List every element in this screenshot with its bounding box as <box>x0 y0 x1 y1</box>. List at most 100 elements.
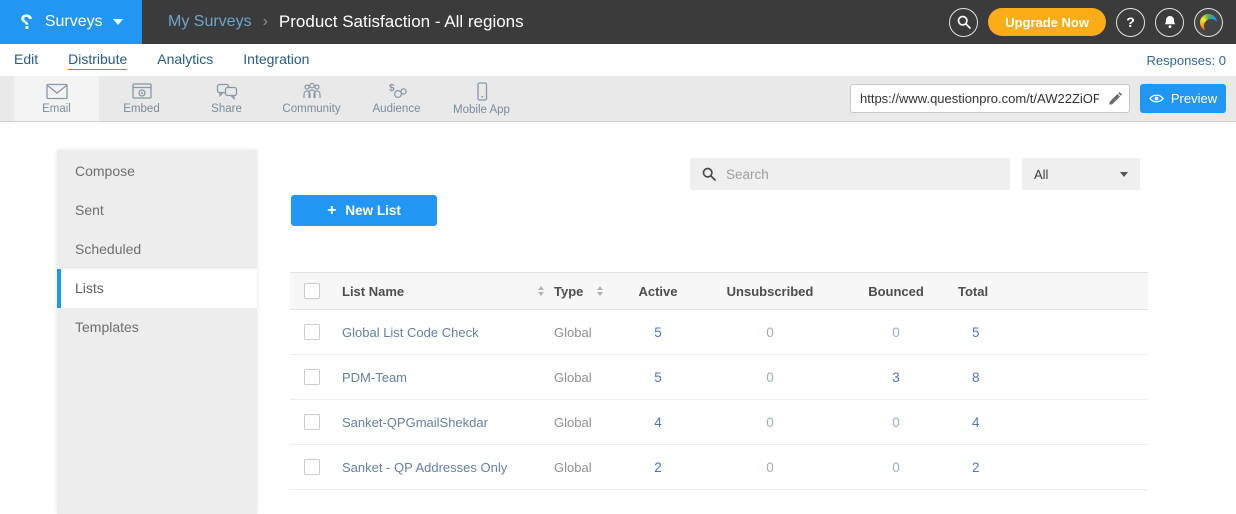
toolbar-item-audience[interactable]: $ Audience <box>354 76 439 121</box>
audience-dollar-icon: $ <box>386 82 408 100</box>
bounced-count[interactable]: 0 <box>836 445 956 489</box>
community-people-icon <box>301 82 323 100</box>
toolbar-item-email[interactable]: Email <box>14 76 99 121</box>
list-type: Global <box>554 445 612 489</box>
toolbar-item-share[interactable]: Share <box>184 76 269 121</box>
row-checkbox[interactable] <box>304 369 320 385</box>
avatar-logo-icon <box>1200 14 1217 31</box>
toolbar-item-embed[interactable]: Embed <box>99 76 184 121</box>
list-name-link[interactable]: PDM-Team <box>342 355 554 399</box>
active-count-link[interactable]: 5 <box>612 310 704 354</box>
bounced-count[interactable]: 0 <box>836 400 956 444</box>
chevron-down-icon <box>1120 172 1128 177</box>
surveys-caret-icon <box>113 19 123 25</box>
app-window: ? Surveys My Surveys › Product Satisfact… <box>0 0 1236 514</box>
survey-nav: Edit Distribute Analytics Integration Re… <box>0 44 1236 76</box>
surveys-menu[interactable]: ? Surveys <box>0 0 142 44</box>
total-count-link[interactable]: 8 <box>956 355 1148 399</box>
row-checkbox[interactable] <box>304 414 320 430</box>
table-row: Sanket-QPGmailShekdar Global 4 0 0 4 <box>290 400 1148 445</box>
unsubscribed-count[interactable]: 0 <box>704 310 836 354</box>
bounced-count[interactable]: 0 <box>836 310 956 354</box>
total-count-link[interactable]: 4 <box>956 400 1148 444</box>
row-checkbox[interactable] <box>304 324 320 340</box>
share-bubbles-icon <box>216 83 238 100</box>
search-icon <box>957 15 971 29</box>
plus-icon: + <box>327 203 336 219</box>
toolbar-item-label: Email <box>42 103 71 115</box>
unsubscribed-count[interactable]: 0 <box>704 445 836 489</box>
responses-count[interactable]: Responses: 0 <box>1147 53 1227 68</box>
active-count-link[interactable]: 5 <box>612 355 704 399</box>
bounced-count[interactable]: 3 <box>836 355 956 399</box>
product-menu-label: Surveys <box>45 13 103 31</box>
page-title: Product Satisfaction - All regions <box>279 12 524 32</box>
top-bar-actions: Upgrade Now ? <box>949 0 1223 44</box>
column-label: Type <box>554 284 583 299</box>
list-filter-dropdown[interactable]: All <box>1022 158 1140 190</box>
embed-window-icon <box>131 83 153 100</box>
breadcrumb-parent-link[interactable]: My Surveys <box>168 13 252 31</box>
sidebar-item-compose[interactable]: Compose <box>57 152 257 191</box>
svg-text:$: $ <box>389 83 395 94</box>
notifications-button[interactable] <box>1155 8 1184 37</box>
new-list-label: New List <box>345 203 401 218</box>
unsubscribed-count[interactable]: 0 <box>704 400 836 444</box>
breadcrumb: My Surveys › Product Satisfaction - All … <box>168 12 524 32</box>
search-button[interactable] <box>949 8 978 37</box>
edit-url-button[interactable] <box>1108 91 1123 106</box>
toolbar-item-label: Audience <box>373 103 421 115</box>
tab-analytics[interactable]: Analytics <box>157 51 213 70</box>
total-count-link[interactable]: 5 <box>956 310 1148 354</box>
list-search-input[interactable] <box>726 167 1010 182</box>
table-row: Global List Code Check Global 5 0 0 5 <box>290 310 1148 355</box>
sidebar-item-lists[interactable]: Lists <box>57 269 257 308</box>
preview-button[interactable]: Preview <box>1140 84 1226 113</box>
table-row: Sanket - QP Addresses Only Global 2 0 0 … <box>290 445 1148 490</box>
toolbar-item-community[interactable]: Community <box>269 76 354 121</box>
select-all-checkbox[interactable] <box>304 283 320 299</box>
sidebar-item-sent[interactable]: Sent <box>57 191 257 230</box>
column-label: Bounced <box>868 284 924 299</box>
tab-integration[interactable]: Integration <box>243 51 309 70</box>
column-label: Unsubscribed <box>727 284 814 299</box>
column-header-unsubscribed: Unsubscribed <box>704 273 836 309</box>
tab-edit[interactable]: Edit <box>14 51 38 70</box>
account-avatar[interactable] <box>1194 8 1223 37</box>
list-name-link[interactable]: Global List Code Check <box>342 310 554 354</box>
sort-icon[interactable] <box>538 286 544 296</box>
toolbar-item-label: Mobile App <box>453 104 510 116</box>
mobile-phone-icon <box>471 82 493 101</box>
survey-url-input[interactable] <box>850 84 1130 113</box>
sort-icon[interactable] <box>597 286 603 296</box>
tab-distribute[interactable]: Distribute <box>68 51 127 70</box>
list-name-link[interactable]: Sanket-QPGmailShekdar <box>342 400 554 444</box>
row-checkbox[interactable] <box>304 459 320 475</box>
eye-icon <box>1149 93 1164 104</box>
new-list-button[interactable]: + New List <box>291 195 437 226</box>
total-count-link[interactable]: 2 <box>956 445 1148 489</box>
list-type: Global <box>554 355 612 399</box>
preview-label: Preview <box>1171 91 1217 106</box>
top-bar: ? Surveys My Surveys › Product Satisfact… <box>0 0 1236 44</box>
list-type: Global <box>554 400 612 444</box>
help-button[interactable]: ? <box>1116 8 1145 37</box>
toolbar-item-mobile-app[interactable]: Mobile App <box>439 76 524 121</box>
distribute-toolbar: Email Embed Share Community $ Audience M… <box>0 76 1236 122</box>
active-count-link[interactable]: 4 <box>612 400 704 444</box>
column-header-type[interactable]: Type <box>554 273 612 309</box>
toolbar-item-label: Community <box>282 103 340 115</box>
search-icon <box>702 167 716 181</box>
upgrade-now-button[interactable]: Upgrade Now <box>988 8 1106 36</box>
lists-table: List Name Type Active Unsubscribed Bounc… <box>290 272 1148 490</box>
unsubscribed-count[interactable]: 0 <box>704 355 836 399</box>
questionpro-logo-icon: ? <box>20 12 33 33</box>
sidebar-item-scheduled[interactable]: Scheduled <box>57 230 257 269</box>
column-label: Total <box>958 284 988 299</box>
active-count-link[interactable]: 2 <box>612 445 704 489</box>
column-label: List Name <box>342 284 404 299</box>
list-name-link[interactable]: Sanket - QP Addresses Only <box>342 445 554 489</box>
column-header-active: Active <box>612 273 704 309</box>
sidebar-item-templates[interactable]: Templates <box>57 308 257 347</box>
column-header-list-name[interactable]: List Name <box>342 273 554 309</box>
